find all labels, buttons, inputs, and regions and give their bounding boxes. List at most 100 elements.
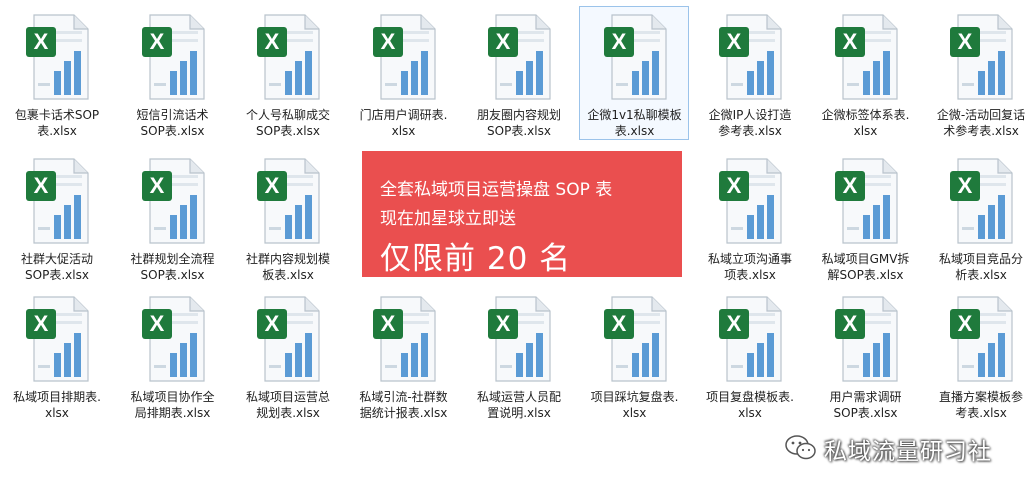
svg-text:X: X: [380, 29, 395, 54]
file-name: 用户需求调研 SOP表.xlsx: [829, 390, 902, 420]
excel-file-icon: X: [26, 158, 89, 244]
svg-text:X: X: [611, 311, 626, 336]
svg-text:X: X: [265, 311, 280, 336]
svg-text:X: X: [727, 311, 742, 336]
excel-file-icon: X: [603, 296, 667, 382]
file-item[interactable]: X 私域引流-社群数 据统计报表.xlsx: [348, 288, 458, 422]
excel-file-icon: X: [141, 14, 205, 100]
svg-text:X: X: [496, 311, 511, 336]
file-item[interactable]: X 企微1v1私聊模板 表.xlsx: [578, 6, 689, 140]
file-item[interactable]: X 门店用户调研表. xlsx: [348, 6, 458, 140]
watermark: 私域流量研习社: [784, 430, 1024, 465]
file-item[interactable]: X 私域运营人员配 置说明.xlsx: [463, 288, 573, 422]
file-name: 企微-活动回复话 术参考表.xlsx: [936, 108, 1026, 138]
file-name: 社群规划全流程 SOP表.xlsx: [130, 252, 215, 282]
file-name: 社群内容规划模 板表.xlsx: [245, 252, 330, 282]
file-name: 包裹卡话术SOP 表.xlsx: [14, 108, 100, 138]
excel-file-icon: X: [26, 296, 89, 382]
svg-text:X: X: [149, 173, 164, 198]
file-item[interactable]: X 私域项目运营总 规划表.xlsx: [232, 288, 342, 422]
svg-text:X: X: [34, 173, 49, 198]
excel-file-icon: X: [834, 14, 898, 100]
file-name: 私域项目排期表. xlsx: [13, 390, 101, 420]
banner-line-3: 仅限前 20 名: [380, 241, 572, 277]
file-name: 私域项目运营总 规划表.xlsx: [245, 390, 330, 420]
wechat-icon: [785, 435, 816, 460]
excel-file-icon: X: [488, 296, 551, 382]
excel-file-icon: X: [950, 14, 1013, 100]
svg-text:X: X: [842, 29, 857, 54]
file-name: 私域项目GMV拆 解SOP表.xlsx: [821, 252, 910, 282]
file-name: 私域运营人员配 置说明.xlsx: [476, 390, 561, 420]
svg-text:X: X: [34, 311, 49, 336]
excel-file-icon: X: [950, 296, 1013, 382]
file-item[interactable]: X 项目复盘模板表. xlsx: [694, 288, 804, 422]
file-item[interactable]: X 企微-活动回复话 术参考表.xlsx: [925, 6, 1031, 140]
svg-text:X: X: [34, 29, 49, 54]
svg-text:X: X: [958, 311, 973, 336]
svg-text:X: X: [958, 29, 973, 54]
excel-file-icon: X: [257, 158, 320, 244]
file-name: 企微1v1私聊模板 表.xlsx: [587, 108, 682, 138]
svg-text:X: X: [265, 29, 280, 54]
file-item[interactable]: X 私域项目排期表. xlsx: [1, 288, 111, 422]
file-name: 门店用户调研表. xlsx: [359, 108, 448, 138]
excel-file-icon: X: [950, 158, 1013, 244]
svg-text:X: X: [958, 173, 973, 198]
file-item[interactable]: X 项目踩坑复盘表. xlsx: [579, 288, 689, 422]
file-item[interactable]: X 社群内容规划模 板表.xlsx: [232, 150, 342, 284]
file-name: 社群大促活动 SOP表.xlsx: [20, 252, 93, 282]
file-name: 私域立项沟通事 项表.xlsx: [707, 252, 792, 282]
file-item[interactable]: X 短信引流话术 SOP表.xlsx: [117, 6, 227, 140]
file-item[interactable]: X 社群规划全流程 SOP表.xlsx: [117, 150, 227, 284]
excel-file-icon: X: [719, 14, 782, 100]
svg-text:X: X: [149, 311, 164, 336]
watermark-text: 私域流量研习社: [824, 439, 992, 465]
file-item[interactable]: X 企微标签体系表. xlsx: [810, 6, 920, 140]
file-item[interactable]: X 用户需求调研 SOP表.xlsx: [810, 288, 920, 422]
svg-text:X: X: [380, 311, 395, 336]
file-name: 项目踩坑复盘表. xlsx: [590, 390, 679, 420]
file-item[interactable]: X 包裹卡话术SOP 表.xlsx: [1, 6, 111, 140]
excel-file-icon: X: [257, 14, 320, 100]
excel-file-icon: X: [834, 158, 898, 244]
svg-text:X: X: [496, 29, 511, 54]
excel-file-icon: X: [372, 14, 436, 100]
svg-text:X: X: [727, 173, 742, 198]
excel-file-icon: X: [603, 14, 667, 100]
file-name: 个人号私聊成交 SOP表.xlsx: [245, 108, 330, 138]
file-name: 项目复盘模板表. xlsx: [706, 390, 794, 420]
file-item[interactable]: X 企微IP人设打造 参考表.xlsx: [694, 6, 804, 140]
excel-file-icon: X: [257, 296, 320, 382]
excel-file-icon: X: [372, 296, 436, 382]
excel-file-icon: X: [719, 296, 782, 382]
file-name: 私域项目竞品分 析表.xlsx: [938, 252, 1023, 282]
svg-text:X: X: [842, 311, 857, 336]
file-item[interactable]: X 个人号私聊成交 SOP表.xlsx: [232, 6, 342, 140]
banner-line-1: 全套私域项目运营操盘 SOP 表: [380, 180, 613, 200]
svg-text:X: X: [149, 29, 164, 54]
excel-file-icon: X: [26, 14, 89, 100]
file-item[interactable]: X 私域项目GMV拆 解SOP表.xlsx: [810, 150, 920, 284]
file-item[interactable]: X 朋友圈内容规划 SOP表.xlsx: [463, 6, 573, 140]
file-name: 短信引流话术 SOP表.xlsx: [136, 108, 209, 138]
file-item[interactable]: X 私域项目协作全 局排期表.xlsx: [117, 288, 227, 422]
svg-text:X: X: [265, 173, 280, 198]
promo-banner: 全套私域项目运营操盘 SOP 表 现在加星球立即送 仅限前 20 名: [362, 151, 682, 277]
svg-text:X: X: [611, 29, 626, 54]
excel-file-icon: X: [719, 158, 782, 244]
file-name: 私域引流-社群数 据统计报表.xlsx: [359, 390, 448, 420]
excel-file-icon: X: [488, 14, 551, 100]
file-name: 企微IP人设打造 参考表.xlsx: [708, 108, 792, 138]
excel-file-icon: X: [834, 296, 898, 382]
file-name: 朋友圈内容规划 SOP表.xlsx: [476, 108, 561, 138]
file-name: 直播方案模板参 考表.xlsx: [938, 390, 1023, 420]
file-name: 企微标签体系表. xlsx: [821, 108, 910, 138]
excel-file-icon: X: [141, 296, 205, 382]
file-item[interactable]: X 私域项目竞品分 析表.xlsx: [925, 150, 1031, 284]
excel-file-icon: X: [141, 158, 205, 244]
file-item[interactable]: X 社群大促活动 SOP表.xlsx: [1, 150, 111, 284]
file-item[interactable]: X 私域立项沟通事 项表.xlsx: [694, 150, 804, 284]
svg-text:X: X: [727, 29, 742, 54]
file-item[interactable]: X 直播方案模板参 考表.xlsx: [925, 288, 1031, 422]
